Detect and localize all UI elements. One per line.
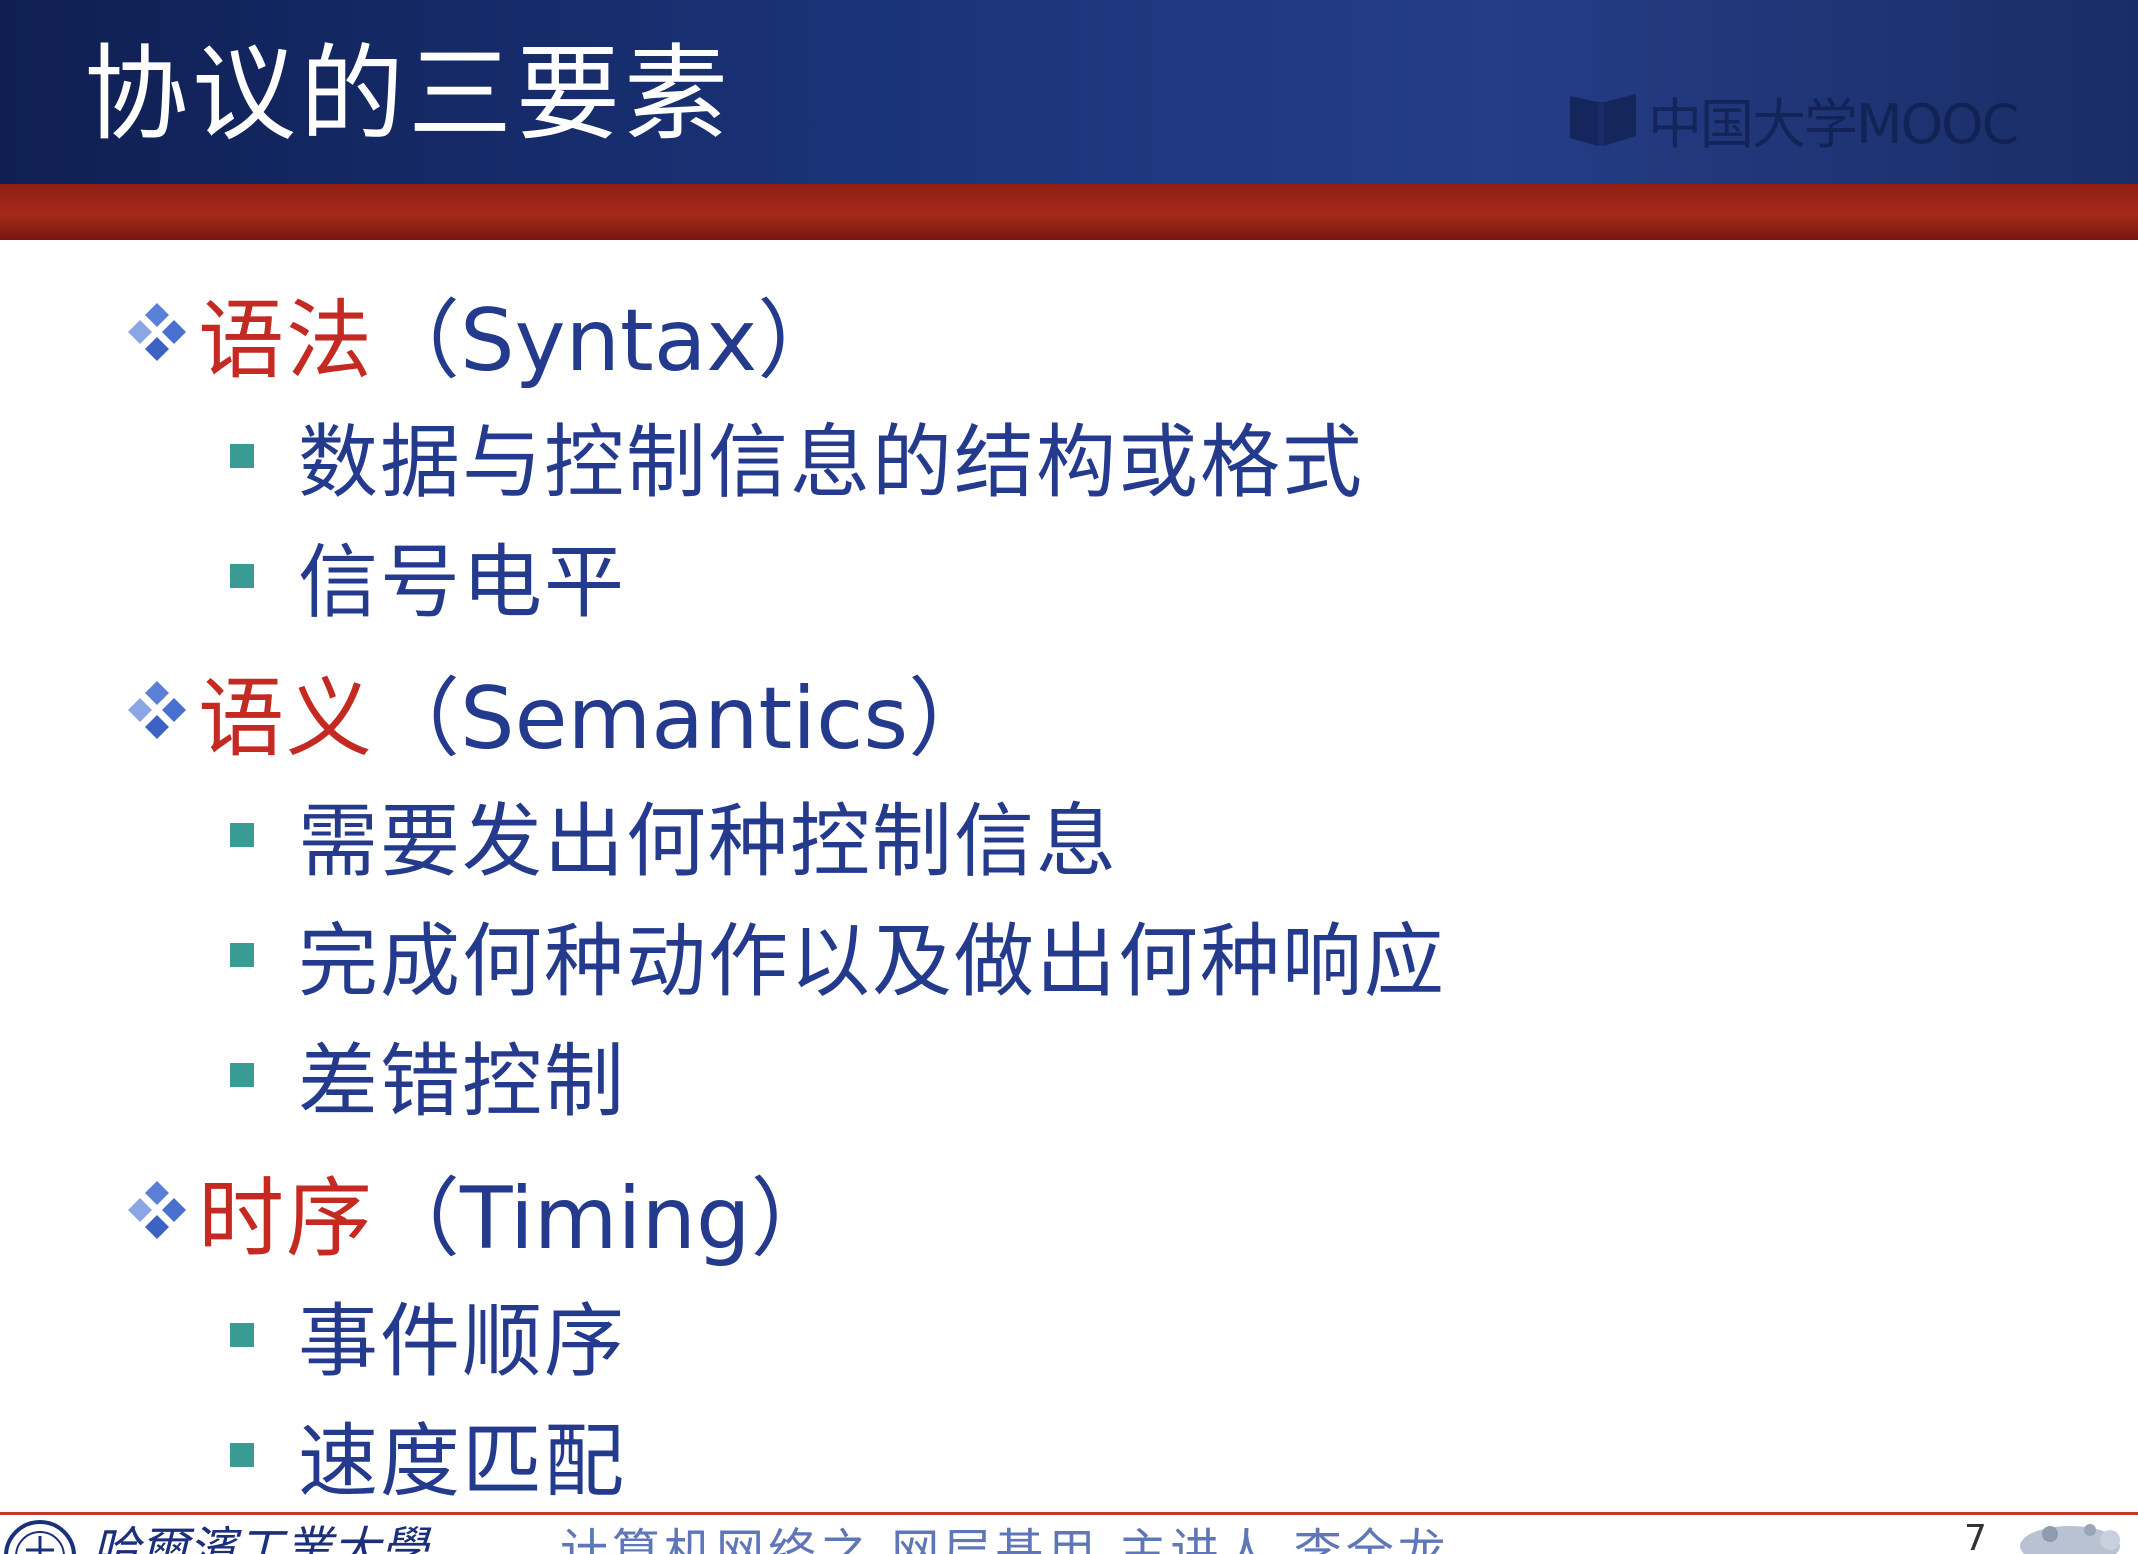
list-item-text: 数据与控制信息的结构或格式 [298, 416, 1364, 509]
list-item-text: 差错控制 [298, 1035, 626, 1128]
topic-name: 语法 [198, 290, 374, 391]
slide: 协议的三要素 中国大学MOOC 语法 （Syntax） 数据与控制信息的结构或格… [0, 0, 2138, 1554]
list-item: 完成何种动作以及做出何种响应 [230, 900, 1446, 1010]
topic-english: （Syntax） [374, 290, 844, 391]
square-bullet-icon [230, 823, 254, 847]
square-bullet-icon [230, 444, 254, 468]
footer-divider [0, 1512, 2138, 1515]
list-item: 事件顺序 [230, 1280, 626, 1390]
title-bar: 协议的三要素 中国大学MOOC [0, 0, 2138, 184]
slide-content: 语法 （Syntax） 数据与控制信息的结构或格式 信号电平 语义 （Seman… [0, 240, 2138, 1510]
diamond-cluster-icon [128, 681, 186, 739]
university-seal-icon [4, 1520, 76, 1554]
square-bullet-icon [230, 1063, 254, 1087]
list-item-text: 信号电平 [298, 536, 626, 629]
list-item: 速度匹配 [230, 1400, 626, 1510]
page-number: 7 [1964, 1518, 1987, 1554]
slide-footer: 哈爾濱工業大學 计算机网络之 网层基用 主讲人 李全龙 7 [0, 1516, 2138, 1554]
topic-name: 时序 [198, 1168, 374, 1269]
list-item: 信号电平 [230, 521, 626, 631]
list-item-text: 完成何种动作以及做出何种响应 [298, 915, 1446, 1008]
diamond-cluster-icon [128, 1181, 186, 1239]
mooc-book-icon [1570, 94, 1636, 146]
topic-name: 语义 [198, 668, 374, 769]
list-item-text: 需要发出何种控制信息 [298, 795, 1118, 888]
slide-title: 协议的三要素 [84, 33, 733, 155]
square-bullet-icon [230, 1443, 254, 1467]
mooc-text: 中国大学MOOC [1648, 92, 2019, 156]
list-item: 数据与控制信息的结构或格式 [230, 401, 1364, 511]
course-info: 计算机网络之 网层基用 主讲人 李全龙 [560, 1524, 1450, 1554]
list-item-text: 事件顺序 [298, 1295, 626, 1388]
red-accent-bar [0, 184, 2138, 240]
square-bullet-icon [230, 1323, 254, 1347]
list-item: 差错控制 [230, 1020, 626, 1130]
topic-english: （Semantics） [374, 668, 995, 769]
decorative-corner-icon [2020, 1524, 2120, 1554]
list-item-text: 速度匹配 [298, 1415, 626, 1508]
university-name: 哈爾濱工業大學 [92, 1522, 429, 1554]
mooc-watermark: 中国大学MOOC [1568, 86, 2019, 156]
topic-semantics: 语义 （Semantics） [122, 650, 994, 770]
list-item: 需要发出何种控制信息 [230, 780, 1118, 890]
topic-syntax: 语法 （Syntax） [122, 272, 843, 392]
topic-english: （Timing） [374, 1168, 837, 1269]
square-bullet-icon [230, 943, 254, 967]
topic-timing: 时序 （Timing） [122, 1150, 837, 1270]
square-bullet-icon [230, 564, 254, 588]
diamond-cluster-icon [128, 303, 186, 361]
